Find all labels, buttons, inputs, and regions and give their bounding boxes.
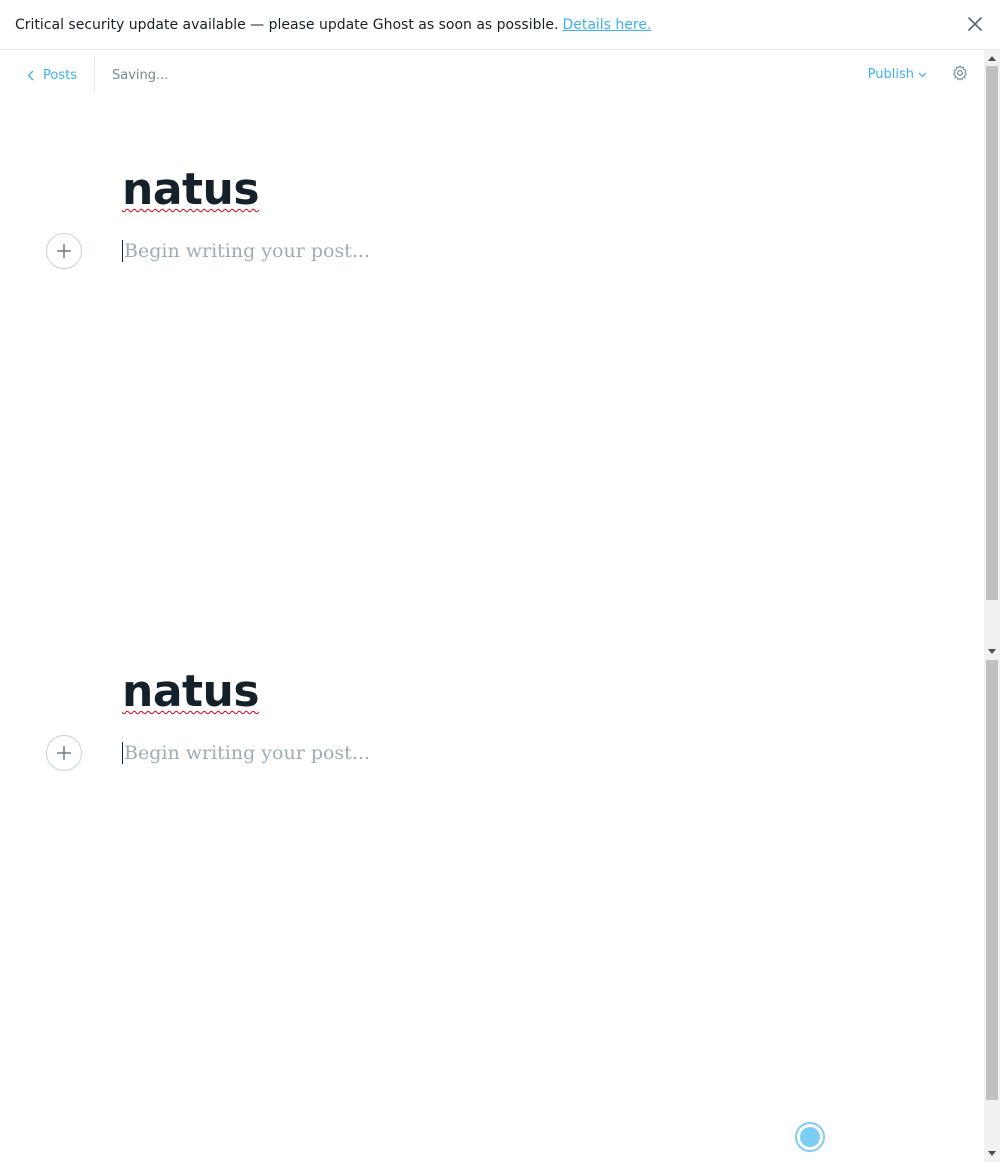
- chevron-left-icon: [27, 70, 34, 80]
- editor-pane-top: Posts Saving... Publish natus Begin writ…: [0, 50, 1000, 660]
- scrollbar[interactable]: [984, 660, 1000, 1162]
- back-label: Posts: [43, 67, 77, 83]
- publish-menu-button[interactable]: Publish: [868, 67, 927, 82]
- add-card-button[interactable]: [46, 233, 82, 269]
- scroll-down-arrow[interactable]: [988, 649, 996, 654]
- editor-pane-bottom: natus Begin writing your post...: [0, 660, 1000, 1162]
- text-cursor: [122, 240, 123, 262]
- gear-icon[interactable]: [951, 64, 969, 82]
- add-card-button[interactable]: [46, 735, 82, 771]
- save-status: Saving...: [111, 67, 169, 83]
- chevron-down-icon: [918, 72, 927, 77]
- plus-icon: [57, 746, 71, 760]
- scroll-down-arrow[interactable]: [988, 1151, 996, 1156]
- scrollbar[interactable]: [984, 50, 1000, 660]
- back-to-posts-button[interactable]: Posts: [0, 57, 95, 93]
- publish-label: Publish: [867, 67, 914, 82]
- post-body-editor[interactable]: Begin writing your post...: [122, 739, 370, 767]
- post-title[interactable]: natus: [122, 161, 260, 219]
- scrollbar-thumb[interactable]: [986, 660, 998, 1100]
- plus-icon: [57, 244, 71, 258]
- close-icon[interactable]: [966, 15, 984, 33]
- loading-dot: [800, 1127, 820, 1147]
- body-placeholder: Begin writing your post...: [124, 742, 370, 764]
- text-cursor: [122, 742, 123, 764]
- post-title[interactable]: natus: [122, 663, 260, 721]
- scrollbar-thumb[interactable]: [986, 66, 998, 600]
- post-body-editor[interactable]: Begin writing your post...: [122, 237, 370, 265]
- editor-toolbar: Posts Saving... Publish: [0, 50, 984, 100]
- banner-message: Critical security update available — ple…: [15, 16, 559, 33]
- body-placeholder: Begin writing your post...: [124, 240, 370, 262]
- scroll-up-arrow[interactable]: [988, 56, 996, 61]
- banner-details-link[interactable]: Details here.: [562, 17, 651, 33]
- security-banner: Critical security update available — ple…: [0, 0, 1000, 50]
- loading-icon: [795, 1122, 825, 1152]
